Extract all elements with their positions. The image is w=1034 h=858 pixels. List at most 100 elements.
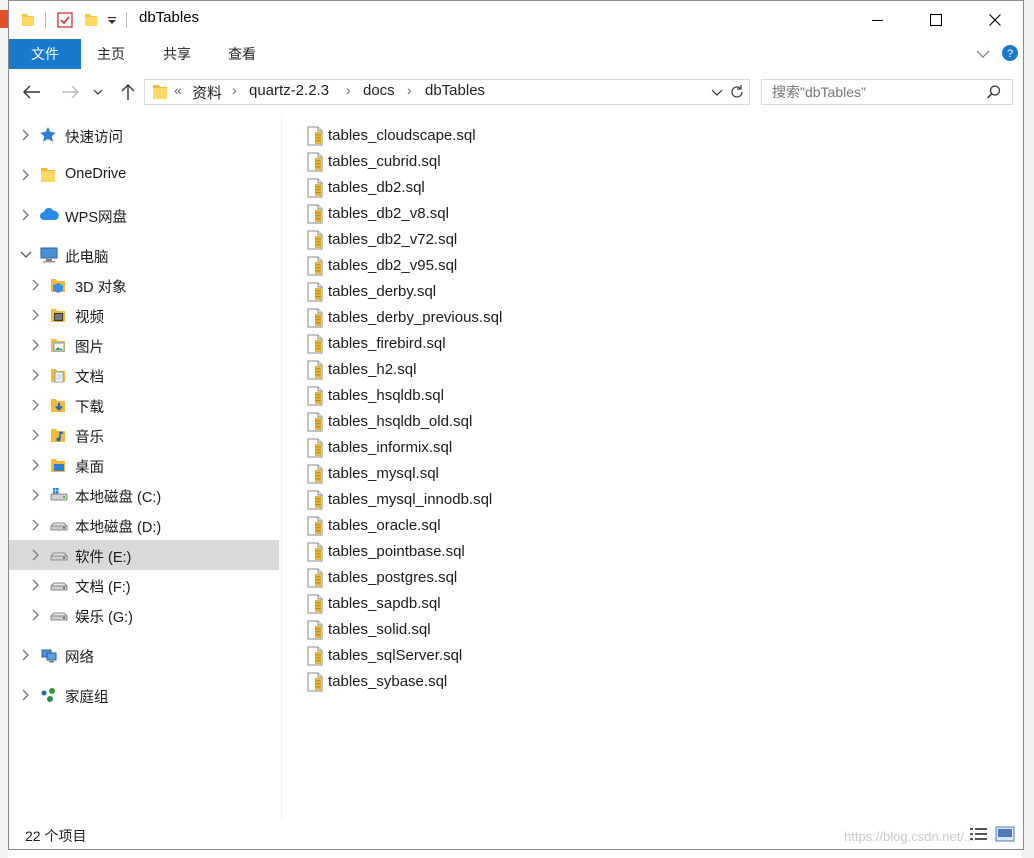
breadcrumb-item[interactable]: quartz-2.2.3: [249, 82, 329, 99]
large-icons-view-button[interactable]: [995, 826, 1015, 842]
breadcrumb-overflow[interactable]: «: [174, 82, 182, 98]
chevron-right-icon[interactable]: [19, 207, 33, 223]
sidebar-item[interactable]: 音乐: [9, 420, 279, 450]
chevron-right-icon[interactable]: [29, 397, 43, 413]
file-item[interactable]: tables_sqlServer.sql: [305, 643, 535, 669]
chevron-right-icon[interactable]: [19, 167, 33, 183]
back-button[interactable]: [21, 81, 43, 103]
breadcrumb-item[interactable]: dbTables: [425, 82, 485, 99]
forward-button[interactable]: [59, 81, 81, 103]
address-history-dropdown[interactable]: [710, 86, 724, 100]
file-item[interactable]: tables_db2_v95.sql: [305, 253, 535, 279]
chevron-right-icon[interactable]: [29, 457, 43, 473]
file-item[interactable]: tables_sapdb.sql: [305, 591, 535, 617]
breadcrumb-separator-icon[interactable]: ›: [232, 82, 237, 98]
search-icon[interactable]: [986, 84, 1002, 100]
sidebar-item[interactable]: 网络: [9, 640, 279, 670]
tab-home[interactable]: 主页: [81, 39, 141, 69]
breadcrumb-separator-icon[interactable]: ›: [346, 82, 351, 98]
chevron-down-icon[interactable]: [19, 247, 33, 263]
sidebar-item[interactable]: 文档: [9, 360, 279, 390]
folder-icon[interactable]: [19, 11, 37, 29]
expand-ribbon-button[interactable]: [975, 45, 991, 63]
3d-objects-icon: [49, 276, 67, 294]
file-item[interactable]: tables_h2.sql: [305, 357, 535, 383]
file-item[interactable]: tables_mysql_innodb.sql: [305, 487, 535, 513]
properties-icon[interactable]: [56, 11, 74, 29]
maximize-button[interactable]: [913, 1, 959, 39]
chevron-right-icon[interactable]: [29, 277, 43, 293]
details-view-button[interactable]: [969, 826, 989, 842]
file-name: tables_hsqldb_old.sql: [328, 413, 473, 430]
refresh-button[interactable]: [729, 84, 745, 100]
recent-locations-button[interactable]: [91, 81, 105, 103]
sidebar-item[interactable]: 本地磁盘 (C:): [9, 480, 279, 510]
sidebar-item[interactable]: 此电脑: [9, 240, 279, 270]
sidebar-item[interactable]: 家庭组: [9, 680, 279, 710]
file-item[interactable]: tables_solid.sql: [305, 617, 535, 643]
file-item[interactable]: tables_mysql.sql: [305, 461, 535, 487]
breadcrumb-item[interactable]: 资料: [192, 82, 222, 103]
documents-icon: [49, 366, 67, 384]
up-button[interactable]: [117, 81, 139, 103]
file-item[interactable]: tables_oracle.sql: [305, 513, 535, 539]
file-item[interactable]: tables_informix.sql: [305, 435, 535, 461]
file-item[interactable]: tables_postgres.sql: [305, 565, 535, 591]
file-item[interactable]: tables_db2_v8.sql: [305, 201, 535, 227]
address-bar[interactable]: « 资料 › quartz-2.2.3 › docs › dbTables: [144, 79, 750, 105]
chevron-right-icon[interactable]: [29, 607, 43, 623]
sidebar-item[interactable]: 软件 (E:): [9, 540, 279, 570]
chevron-right-icon[interactable]: [29, 517, 43, 533]
file-item[interactable]: tables_derby_previous.sql: [305, 305, 535, 331]
tab-view[interactable]: 查看: [212, 39, 272, 69]
file-item[interactable]: tables_sybase.sql: [305, 669, 535, 695]
sidebar-item[interactable]: 下载: [9, 390, 279, 420]
chevron-right-icon[interactable]: [29, 367, 43, 383]
sidebar-item[interactable]: 3D 对象: [9, 270, 279, 300]
sql-file-icon: [305, 386, 325, 406]
help-button[interactable]: ?: [1001, 44, 1019, 62]
sidebar-item[interactable]: 桌面: [9, 450, 279, 480]
sidebar-item[interactable]: 图片: [9, 330, 279, 360]
file-item[interactable]: tables_derby.sql: [305, 279, 535, 305]
chevron-right-icon[interactable]: [19, 127, 33, 143]
new-folder-icon[interactable]: [82, 11, 100, 29]
file-item[interactable]: tables_cubrid.sql: [305, 149, 535, 175]
chevron-right-icon[interactable]: [29, 547, 43, 563]
sidebar-item[interactable]: 视频: [9, 300, 279, 330]
close-button[interactable]: [972, 1, 1018, 39]
chevron-right-icon[interactable]: [29, 577, 43, 593]
chevron-right-icon[interactable]: [29, 487, 43, 503]
file-item[interactable]: tables_pointbase.sql: [305, 539, 535, 565]
minimize-button[interactable]: [855, 1, 901, 39]
sql-file-icon: [305, 490, 325, 510]
sidebar-item[interactable]: 文档 (F:): [9, 570, 279, 600]
chevron-right-icon[interactable]: [29, 427, 43, 443]
breadcrumb-item[interactable]: docs: [363, 82, 395, 99]
file-item[interactable]: tables_hsqldb.sql: [305, 383, 535, 409]
sidebar-item[interactable]: 本地磁盘 (D:): [9, 510, 279, 540]
chevron-right-icon[interactable]: [19, 647, 33, 663]
tab-share[interactable]: 共享: [147, 39, 207, 69]
chevron-right-icon[interactable]: [19, 687, 33, 703]
file-item[interactable]: tables_cloudscape.sql: [305, 123, 535, 149]
file-item[interactable]: tables_db2_v72.sql: [305, 227, 535, 253]
search-box[interactable]: [761, 79, 1013, 105]
chevron-right-icon[interactable]: [29, 337, 43, 353]
sidebar-item-label: OneDrive: [65, 166, 127, 182]
sql-file-icon: [305, 204, 325, 224]
sidebar-item[interactable]: 娱乐 (G:): [9, 600, 279, 630]
file-item[interactable]: tables_hsqldb_old.sql: [305, 409, 535, 435]
file-item[interactable]: tables_db2.sql: [305, 175, 535, 201]
sql-file-icon: [305, 360, 325, 380]
sidebar-item[interactable]: WPS网盘: [9, 200, 279, 230]
chevron-right-icon[interactable]: [29, 307, 43, 323]
sidebar-item[interactable]: OneDrive: [9, 160, 279, 190]
file-item[interactable]: tables_firebird.sql: [305, 331, 535, 357]
sidebar-item-label: 本地磁盘 (C:): [75, 490, 162, 506]
sidebar-item[interactable]: 快速访问: [9, 120, 279, 150]
search-input[interactable]: [770, 83, 984, 101]
tab-file[interactable]: 文件: [9, 39, 81, 69]
breadcrumb-separator-icon[interactable]: ›: [407, 82, 412, 98]
customize-toolbar-dropdown-icon[interactable]: [106, 11, 118, 29]
